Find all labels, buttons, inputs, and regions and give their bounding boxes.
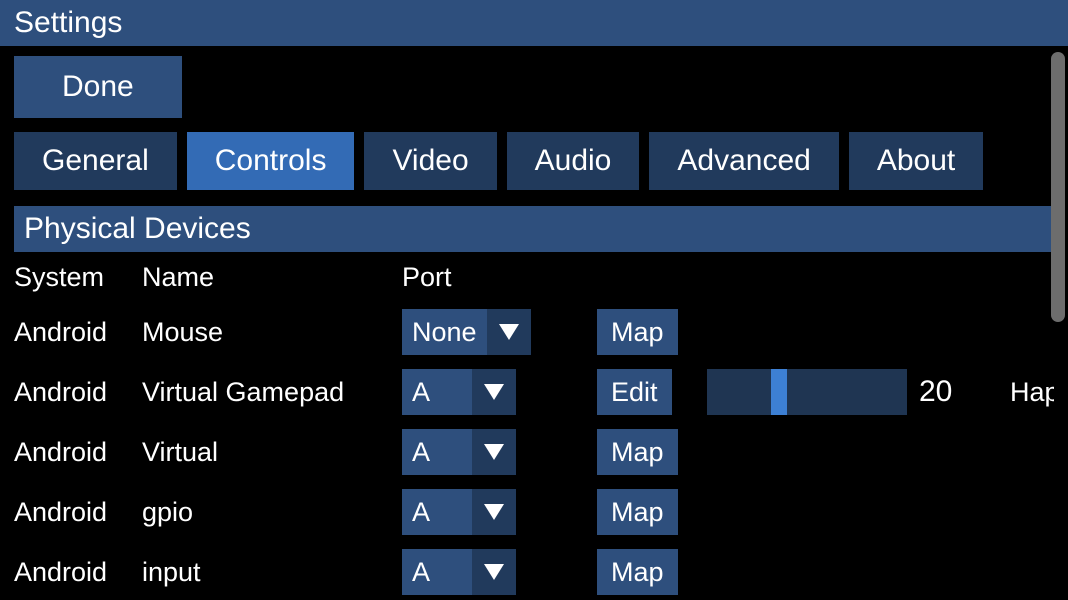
chevron-down-icon	[472, 429, 516, 475]
map-button[interactable]: Map	[597, 429, 678, 475]
table-row: Android Virtual Gamepad A Edit 20 Hap	[14, 369, 1054, 415]
cell-name: gpio	[142, 497, 402, 528]
scrollbar[interactable]	[1051, 52, 1065, 322]
cell-name: input	[142, 557, 402, 588]
column-header-system: System	[14, 262, 142, 293]
cell-name: Mouse	[142, 317, 402, 348]
cell-extra: Hap	[1002, 377, 1054, 408]
tab-controls[interactable]: Controls	[187, 132, 355, 190]
cell-system: Android	[14, 317, 142, 348]
map-button[interactable]: Map	[597, 309, 678, 355]
tab-about[interactable]: About	[849, 132, 983, 190]
tab-audio[interactable]: Audio	[507, 132, 640, 190]
port-select-value: A	[402, 429, 472, 475]
map-button[interactable]: Map	[597, 549, 678, 595]
table-header: System Name Port	[14, 262, 1054, 293]
edit-button[interactable]: Edit	[597, 369, 672, 415]
cell-name: Virtual	[142, 437, 402, 468]
port-select-value: A	[402, 549, 472, 595]
port-select[interactable]: A	[402, 489, 516, 535]
port-select-value: A	[402, 489, 472, 535]
slider-value: 20	[919, 375, 952, 409]
port-select[interactable]: A	[402, 429, 516, 475]
table-row: Android Virtual A Map	[14, 429, 1054, 475]
slider-thumb[interactable]	[771, 369, 787, 415]
port-select-value: A	[402, 369, 472, 415]
port-select[interactable]: A	[402, 549, 516, 595]
chevron-down-icon	[472, 549, 516, 595]
table-row: Android gpio A Map	[14, 489, 1054, 535]
chevron-down-icon	[472, 369, 516, 415]
tab-general[interactable]: General	[14, 132, 177, 190]
port-select-value: None	[402, 309, 487, 355]
cell-name: Virtual Gamepad	[142, 377, 402, 408]
map-button[interactable]: Map	[597, 489, 678, 535]
window-title: Settings	[0, 0, 1068, 46]
chevron-down-icon	[472, 489, 516, 535]
table-row: Android input A Map	[14, 549, 1054, 595]
table-row: Android Mouse None Map	[14, 309, 1054, 355]
tab-advanced[interactable]: Advanced	[649, 132, 838, 190]
done-button[interactable]: Done	[14, 56, 182, 118]
port-select[interactable]: None	[402, 309, 531, 355]
section-header-physical-devices: Physical Devices	[14, 206, 1054, 252]
cell-system: Android	[14, 557, 142, 588]
chevron-down-icon	[487, 309, 531, 355]
tab-video[interactable]: Video	[364, 132, 496, 190]
cell-system: Android	[14, 377, 142, 408]
port-select[interactable]: A	[402, 369, 516, 415]
cell-system: Android	[14, 497, 142, 528]
haptic-slider[interactable]	[707, 369, 907, 415]
tabs-bar: General Controls Video Audio Advanced Ab…	[14, 132, 1054, 190]
cell-system: Android	[14, 437, 142, 468]
column-header-name: Name	[142, 262, 402, 293]
content-area: Done General Controls Video Audio Advanc…	[0, 46, 1068, 595]
column-header-port: Port	[402, 262, 597, 293]
